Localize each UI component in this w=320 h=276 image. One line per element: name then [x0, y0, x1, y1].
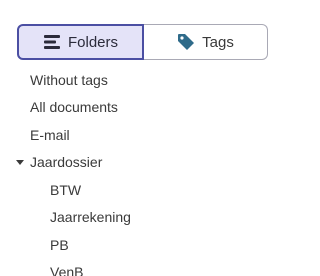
folders-toggle-label: Folders	[67, 33, 119, 51]
tree-item-label: PB	[50, 236, 69, 253]
tags-toggle-button[interactable]: Tags	[144, 24, 268, 60]
view-toggle: Folders Tags	[17, 24, 268, 60]
tree-item-btw[interactable]: BTW	[0, 176, 279, 204]
list-lines-icon	[43, 34, 61, 50]
tree-item-label: VenB	[50, 264, 84, 276]
tree-item-venb[interactable]: VenB	[0, 259, 279, 276]
tree-item-label: All documents	[30, 99, 118, 116]
tree-item-label: BTW	[50, 181, 82, 198]
tree-item-pb[interactable]: PB	[0, 231, 279, 259]
tag-icon	[177, 33, 195, 51]
tree-item-label: Without tags	[30, 71, 108, 88]
tree-item-jaarrekening[interactable]: Jaarrekening	[0, 204, 279, 232]
tree-item-all-documents[interactable]: All documents	[0, 94, 279, 122]
tree-item-label: Jaarrekening	[50, 209, 131, 226]
folder-tree: Without tags All documents E-mail Jaardo…	[0, 66, 279, 276]
tags-toggle-label: Tags	[202, 33, 234, 51]
tree-item-label: Jaardossier	[30, 154, 103, 171]
folders-toggle-button[interactable]: Folders	[17, 24, 144, 60]
folder-panel: Folders Tags Without tags All documents …	[0, 0, 279, 276]
tree-item-email[interactable]: E-mail	[0, 121, 279, 149]
tree-item-label: E-mail	[30, 126, 70, 143]
tree-item-jaardossier[interactable]: Jaardossier	[0, 149, 279, 177]
caret-down-icon[interactable]	[16, 159, 24, 165]
tree-item-without-tags[interactable]: Without tags	[0, 66, 279, 94]
